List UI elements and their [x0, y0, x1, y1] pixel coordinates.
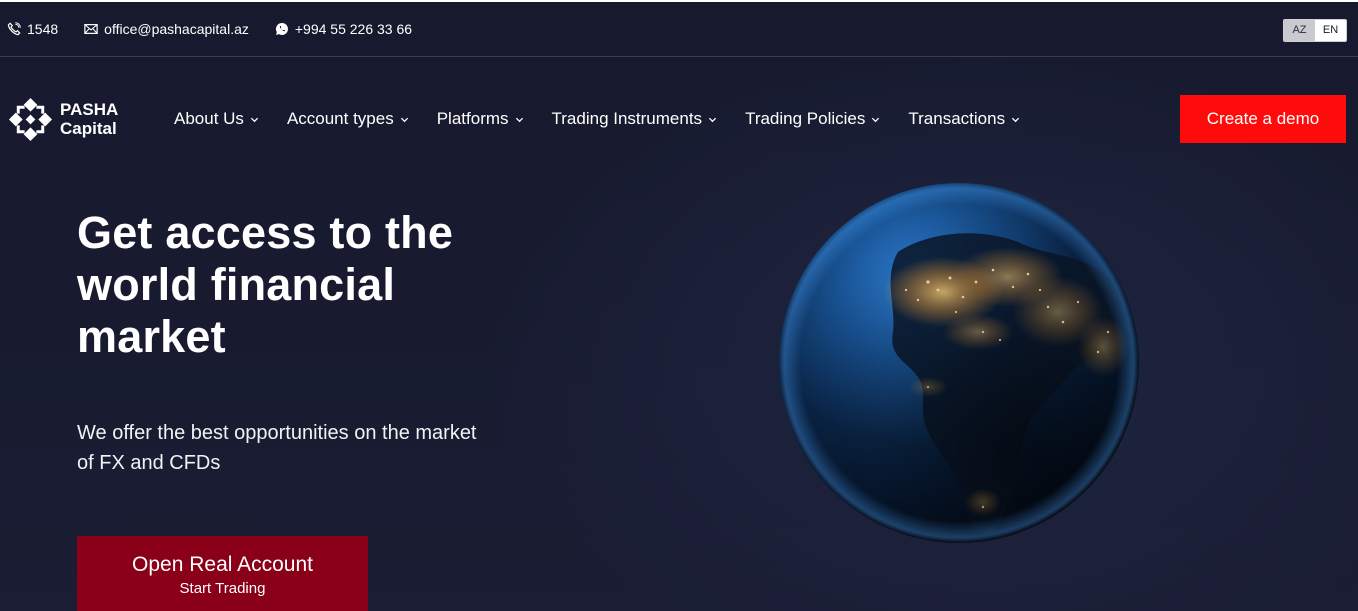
- page: 1548 office@pashacapital.az +994 55 226 …: [0, 0, 1358, 611]
- nav-item-trading-instruments[interactable]: Trading Instruments: [552, 109, 718, 129]
- nav-item-label: Account types: [286, 109, 394, 128]
- pasha-capital-logo[interactable]: PASHA Capital: [7, 94, 118, 144]
- nav-item-account-types[interactable]: Account types: [287, 109, 409, 129]
- nav-item-label: Transactions: [908, 109, 1006, 128]
- chevron-down-icon: [708, 115, 717, 124]
- hero-subtitle: We offer the best opportunities on the m…: [77, 418, 557, 478]
- hero-subtitle-line-1: We offer the best opportunities on the m…: [77, 422, 477, 444]
- phone-icon: [7, 22, 21, 36]
- hero-subtitle-line-2: of FX and CFDs: [77, 452, 221, 474]
- nav-item-trading-policies[interactable]: Trading Policies: [745, 109, 880, 129]
- whatsapp-number: +994 55 226 33 66: [294, 21, 413, 37]
- cta-sub-label: Start Trading: [179, 580, 266, 597]
- logo-text: PASHA Capital: [60, 100, 118, 138]
- chevron-down-icon: [871, 115, 880, 124]
- logo-line-pasha: PASHA: [60, 100, 119, 119]
- chevron-down-icon: [250, 115, 259, 124]
- main-navigation: PASHA Capital About Us Account types Pla…: [0, 94, 1358, 144]
- nav-item-label: Trading Policies: [745, 109, 866, 128]
- pasha-logo-icon: [8, 97, 53, 141]
- earth-globe-image: [779, 183, 1139, 543]
- lang-az-button[interactable]: AZ: [1284, 20, 1315, 41]
- top-contact-bar: 1548 office@pashacapital.az +994 55 226 …: [0, 2, 1358, 57]
- nav-item-transactions[interactable]: Transactions: [908, 109, 1020, 129]
- hero-title: Get access to the world financial market: [77, 207, 637, 363]
- hero-title-line-3: market: [77, 311, 226, 362]
- chevron-down-icon: [400, 115, 409, 124]
- hero-title-line-1: Get access to the: [77, 207, 454, 258]
- nav-item-platforms[interactable]: Platforms: [437, 109, 524, 129]
- chevron-down-icon: [515, 115, 524, 124]
- open-real-account-button[interactable]: Open Real Account Start Trading: [77, 536, 368, 611]
- lang-en-button[interactable]: EN: [1315, 20, 1346, 41]
- logo-line-capital: Capital: [60, 119, 117, 138]
- whatsapp-link[interactable]: +994 55 226 33 66: [275, 21, 412, 37]
- nav-item-label: Platforms: [436, 109, 509, 128]
- email-link[interactable]: office@pashacapital.az: [84, 21, 249, 37]
- nav-item-label: Trading Instruments: [551, 109, 703, 128]
- email-address: office@pashacapital.az: [104, 21, 249, 37]
- create-demo-button[interactable]: Create a demo: [1180, 95, 1346, 143]
- nav-item-label: About Us: [174, 109, 244, 128]
- hero-title-line-2: world financial: [77, 259, 396, 310]
- envelope-icon: [84, 22, 98, 36]
- whatsapp-icon: [275, 22, 289, 36]
- phone-link[interactable]: 1548: [7, 21, 58, 37]
- cta-main-label: Open Real Account: [132, 553, 313, 576]
- language-switcher: AZ EN: [1283, 19, 1347, 42]
- phone-short-number: 1548: [27, 21, 59, 37]
- nav-item-about-us[interactable]: About Us: [174, 109, 259, 129]
- nav-menu: About Us Account types Platforms Trading…: [174, 94, 1048, 144]
- chevron-down-icon: [1011, 115, 1020, 124]
